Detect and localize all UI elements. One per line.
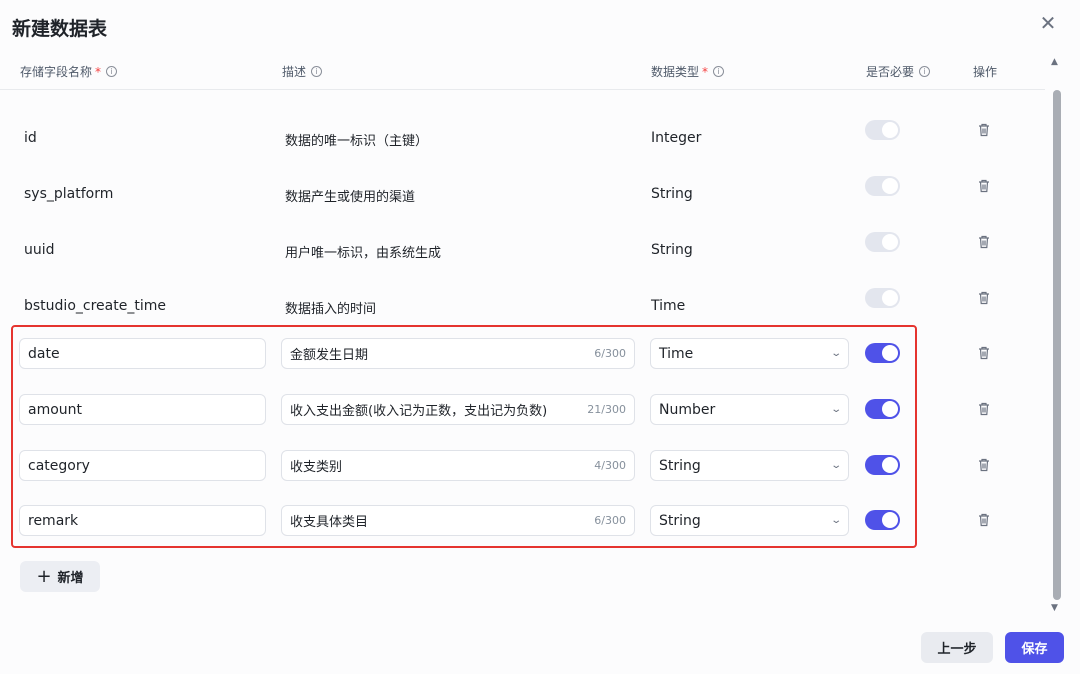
- dialog-title: 新建数据表: [12, 18, 108, 40]
- close-icon[interactable]: ✕: [1038, 13, 1058, 33]
- create-table-dialog: 新建数据表 ✕ 存储字段名称 * i 描述 i 数据类型 * i 是否必要 i 操作 id …: [0, 0, 1080, 674]
- field-name: bstudio_create_time: [24, 298, 166, 314]
- field-description-input[interactable]: 收入支出金额(收入记为正数，支出记为负数) 21/300: [281, 394, 635, 425]
- field-description-value: 收入支出金额(收入记为正数，支出记为负数): [290, 404, 548, 419]
- field-name-input[interactable]: amount: [19, 394, 266, 425]
- delete-icon[interactable]: [976, 234, 992, 250]
- col-type-label: 数据类型: [651, 65, 700, 79]
- char-count: 4/300: [594, 459, 626, 472]
- field-name: sys_platform: [24, 186, 114, 202]
- info-icon[interactable]: i: [106, 66, 118, 77]
- field-name-value: category: [28, 457, 90, 474]
- required-toggle[interactable]: [865, 176, 900, 196]
- field-description-input[interactable]: 收支具体类目 6/300: [281, 505, 635, 536]
- field-description-input[interactable]: 收支类别 4/300: [281, 450, 635, 481]
- field-description-value: 收支具体类目: [290, 515, 369, 530]
- col-required-header: 是否必要 i: [866, 63, 931, 80]
- previous-step-button[interactable]: 上一步: [921, 632, 993, 663]
- required-toggle[interactable]: [865, 343, 900, 363]
- field-type: Time: [651, 298, 686, 314]
- field-type-select[interactable]: Number ⌄: [650, 394, 849, 425]
- add-field-label: 新增: [57, 571, 84, 586]
- char-count: 21/300: [587, 403, 626, 416]
- field-name-input[interactable]: category: [19, 450, 266, 481]
- chevron-down-icon: ⌄: [829, 460, 842, 471]
- info-icon[interactable]: i: [713, 66, 725, 77]
- field-type: String: [651, 242, 693, 258]
- plus-icon: +: [36, 565, 52, 587]
- delete-icon[interactable]: [976, 178, 992, 194]
- chevron-down-icon: ⌄: [829, 515, 842, 526]
- char-count: 6/300: [594, 347, 626, 360]
- save-button[interactable]: 保存: [1005, 632, 1064, 663]
- field-type-value: String: [659, 512, 701, 529]
- required-toggle[interactable]: [865, 288, 900, 308]
- delete-icon[interactable]: [976, 401, 992, 417]
- table-row: bstudio_create_time 数据插入的时间 Time: [0, 278, 1045, 334]
- field-name-value: remark: [28, 512, 79, 529]
- col-desc-label: 描述: [282, 65, 307, 79]
- field-type-value: Time: [659, 345, 694, 362]
- required-toggle[interactable]: [865, 455, 900, 475]
- char-count: 6/300: [594, 514, 626, 527]
- required-toggle[interactable]: [865, 232, 900, 252]
- delete-icon[interactable]: [976, 290, 992, 306]
- delete-icon[interactable]: [976, 345, 992, 361]
- field-name-value: date: [28, 345, 60, 362]
- scrollbar-thumb[interactable]: [1053, 90, 1061, 600]
- info-icon[interactable]: i: [919, 66, 931, 77]
- field-type-value: Number: [659, 401, 716, 418]
- field-type: String: [651, 186, 693, 202]
- table-row: category 收支类别 4/300 String ⌄: [0, 450, 1045, 506]
- field-type-select[interactable]: String ⌄: [650, 450, 849, 481]
- table-row: remark 收支具体类目 6/300 String ⌄: [0, 505, 1045, 561]
- table-header: 存储字段名称 * i 描述 i 数据类型 * i 是否必要 i 操作: [0, 60, 1045, 90]
- field-description-input[interactable]: 金额发生日期 6/300: [281, 338, 635, 369]
- table-row: uuid 用户唯一标识，由系统生成 String: [0, 222, 1045, 278]
- table-row: id 数据的唯一标识（主键） Integer: [0, 110, 1045, 166]
- delete-icon[interactable]: [976, 512, 992, 528]
- col-required-label: 是否必要: [866, 65, 915, 79]
- chevron-down-icon: ⌄: [829, 404, 842, 415]
- field-name: id: [24, 130, 37, 146]
- required-star: *: [702, 64, 709, 79]
- col-desc-header: 描述 i: [282, 63, 323, 80]
- field-type-select[interactable]: String ⌄: [650, 505, 849, 536]
- chevron-down-icon: ⌄: [829, 348, 842, 359]
- table-row: date 金额发生日期 6/300 Time ⌄: [0, 338, 1045, 394]
- field-name-input[interactable]: date: [19, 338, 266, 369]
- required-toggle[interactable]: [865, 510, 900, 530]
- required-toggle[interactable]: [865, 120, 900, 140]
- field-name-value: amount: [28, 401, 83, 418]
- field-type: Integer: [651, 130, 702, 146]
- col-actions-header: 操作: [973, 63, 997, 80]
- scroll-down-arrow[interactable]: ▼: [1051, 603, 1058, 613]
- field-description: 数据插入的时间: [285, 302, 377, 317]
- add-field-button[interactable]: + 新增: [20, 561, 100, 592]
- col-actions-label: 操作: [973, 65, 998, 79]
- col-type-header: 数据类型 * i: [651, 63, 725, 80]
- delete-icon[interactable]: [976, 122, 992, 138]
- field-description: 用户唯一标识，由系统生成: [285, 246, 442, 261]
- table-row: amount 收入支出金额(收入记为正数，支出记为负数) 21/300 Numbe…: [0, 394, 1045, 450]
- field-name-input[interactable]: remark: [19, 505, 266, 536]
- required-star: *: [95, 64, 102, 79]
- field-description: 数据产生或使用的渠道: [285, 190, 416, 205]
- field-type-select[interactable]: Time ⌄: [650, 338, 849, 369]
- required-toggle[interactable]: [865, 399, 900, 419]
- field-description: 数据的唯一标识（主键）: [285, 134, 429, 149]
- scroll-up-arrow[interactable]: ▲: [1051, 57, 1058, 67]
- info-icon[interactable]: i: [311, 66, 323, 77]
- field-type-value: String: [659, 457, 701, 474]
- col-name-header: 存储字段名称 * i: [20, 63, 118, 80]
- delete-icon[interactable]: [976, 457, 992, 473]
- table-row: sys_platform 数据产生或使用的渠道 String: [0, 166, 1045, 222]
- field-name: uuid: [24, 242, 55, 258]
- col-name-label: 存储字段名称: [20, 65, 93, 79]
- field-description-value: 金额发生日期: [290, 348, 369, 363]
- field-description-value: 收支类别: [290, 460, 343, 475]
